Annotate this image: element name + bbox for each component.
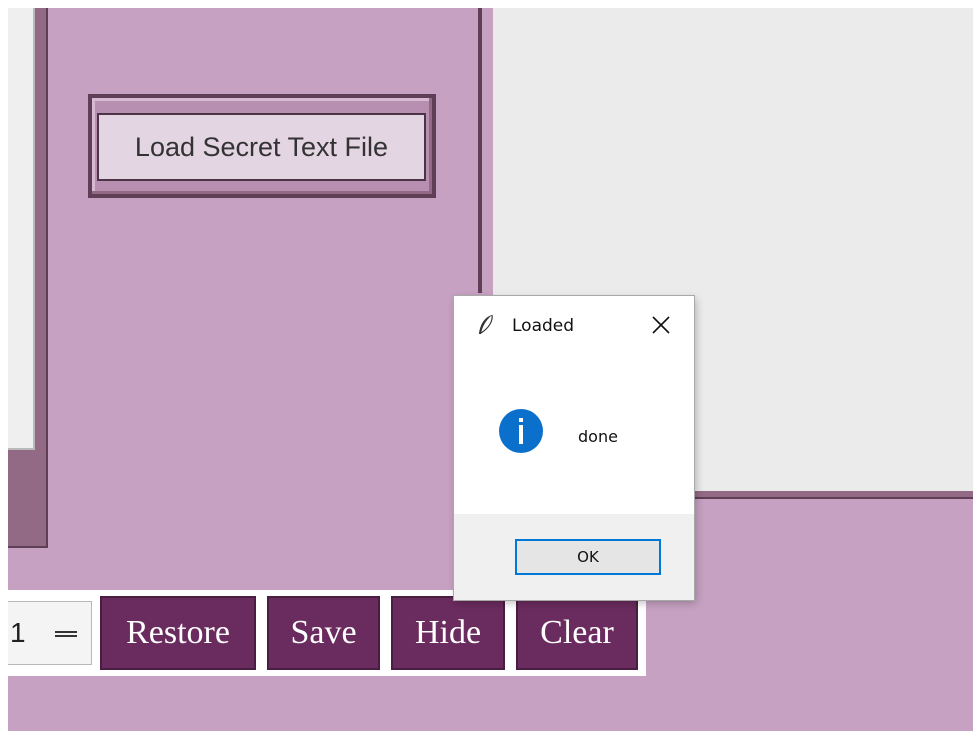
- close-icon[interactable]: [650, 314, 672, 336]
- clear-button[interactable]: Clear: [516, 596, 638, 670]
- loaded-dialog: Loaded done OK: [454, 296, 694, 600]
- spinbox-value: 1: [10, 617, 26, 648]
- restore-button[interactable]: Restore: [100, 596, 256, 670]
- spinbox-arrow-icon[interactable]: [55, 631, 77, 637]
- info-icon: [499, 409, 543, 453]
- image-preview-panel: [8, 8, 35, 450]
- ok-button[interactable]: OK: [515, 539, 661, 575]
- feather-icon: [479, 314, 493, 334]
- dialog-title-bar[interactable]: Loaded: [454, 296, 694, 356]
- hide-button[interactable]: Hide: [391, 596, 505, 670]
- panel-divider: [478, 8, 482, 293]
- load-secret-text-file-button[interactable]: Load Secret Text File: [97, 113, 426, 181]
- dialog-message: done: [578, 427, 618, 446]
- dialog-title: Loaded: [512, 316, 575, 336]
- save-button[interactable]: Save: [267, 596, 380, 670]
- option-spinbox[interactable]: 1: [8, 601, 92, 665]
